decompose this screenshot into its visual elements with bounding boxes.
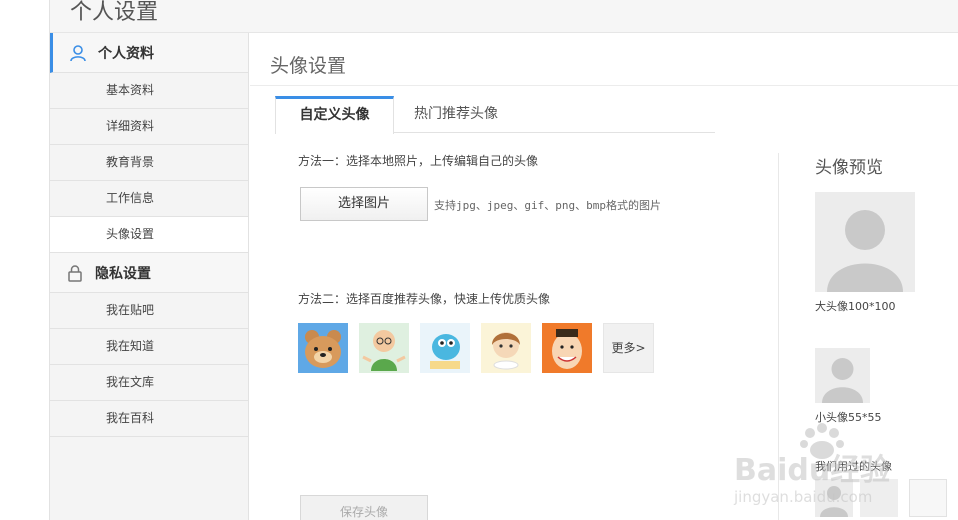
bear-avatar[interactable] — [298, 323, 348, 373]
blue-creature-avatar[interactable] — [420, 323, 470, 373]
sidebar-section-label: 隐私设置 — [95, 266, 151, 282]
page-title: 个人设置 — [70, 0, 159, 25]
main-panel: 头像设置 自定义头像 热门推荐头像 方法一：选择本地照片，上传编辑自己的头像 选… — [250, 33, 958, 520]
method-two-text: 方法二：选择百度推荐头像，快速上传优质头像 — [298, 292, 551, 306]
sidebar: 个人资料 基本资料 详细资料 教育背景 工作信息 头像设置 隐私设置 我在贴吧 … — [50, 33, 249, 520]
green-man-avatar[interactable] — [359, 323, 409, 373]
more-avatars-button[interactable]: 更多> — [603, 323, 654, 373]
sidebar-item-avatar[interactable]: 头像设置 — [50, 217, 248, 253]
title-divider — [250, 85, 958, 86]
sidebar-item-detail[interactable]: 详细资料 — [50, 109, 248, 145]
sidebar-item-tieba[interactable]: 我在贴吧 — [50, 293, 248, 329]
preview-title: 头像预览 — [815, 158, 883, 178]
watermark: Baidu经验 jingyan.baidu.com — [733, 423, 890, 506]
watermark-brand: Baidu经验 — [734, 453, 890, 488]
sidebar-item-education[interactable]: 教育背景 — [50, 145, 248, 181]
section-title: 头像设置 — [270, 55, 347, 77]
watermark-domain: jingyan.baidu.com — [733, 488, 872, 506]
sidebar-item-zhidao[interactable]: 我在知道 — [50, 329, 248, 365]
save-avatar-button[interactable]: 保存头像 — [300, 495, 428, 520]
format-hint: 支持jpg、jpeg、gif、png、bmp格式的图片 — [434, 199, 661, 212]
sidebar-item-work[interactable]: 工作信息 — [50, 181, 248, 217]
tab-bar: 自定义头像 热门推荐头像 — [275, 96, 715, 134]
left-edge-strip — [0, 0, 50, 520]
large-avatar-preview — [815, 192, 915, 292]
choose-image-button[interactable]: 选择图片 — [300, 187, 428, 221]
sidebar-item-wenku[interactable]: 我在文库 — [50, 365, 248, 401]
page-header: 个人设置 — [50, 0, 958, 33]
sidebar-item-basic[interactable]: 基本资料 — [50, 73, 248, 109]
orange-man-avatar[interactable] — [542, 323, 592, 373]
sidebar-item-baike[interactable]: 我在百科 — [50, 401, 248, 437]
sidebar-section-label: 个人资料 — [98, 46, 154, 62]
lock-icon — [68, 265, 82, 282]
tab-custom-avatar[interactable]: 自定义头像 — [275, 96, 394, 134]
method-one-text: 方法一：选择本地照片，上传编辑自己的头像 — [298, 154, 539, 168]
sidebar-section-profile[interactable]: 个人资料 — [50, 33, 248, 73]
tab-hot-avatars[interactable]: 热门推荐头像 — [411, 96, 501, 133]
user-icon — [70, 45, 86, 62]
recent-avatar-slot[interactable] — [909, 479, 947, 517]
large-avatar-caption: 大头像100*100 — [815, 300, 896, 313]
sidebar-section-privacy[interactable]: 隐私设置 — [50, 253, 248, 293]
girl-avatar[interactable] — [481, 323, 531, 373]
small-avatar-preview — [815, 348, 870, 403]
